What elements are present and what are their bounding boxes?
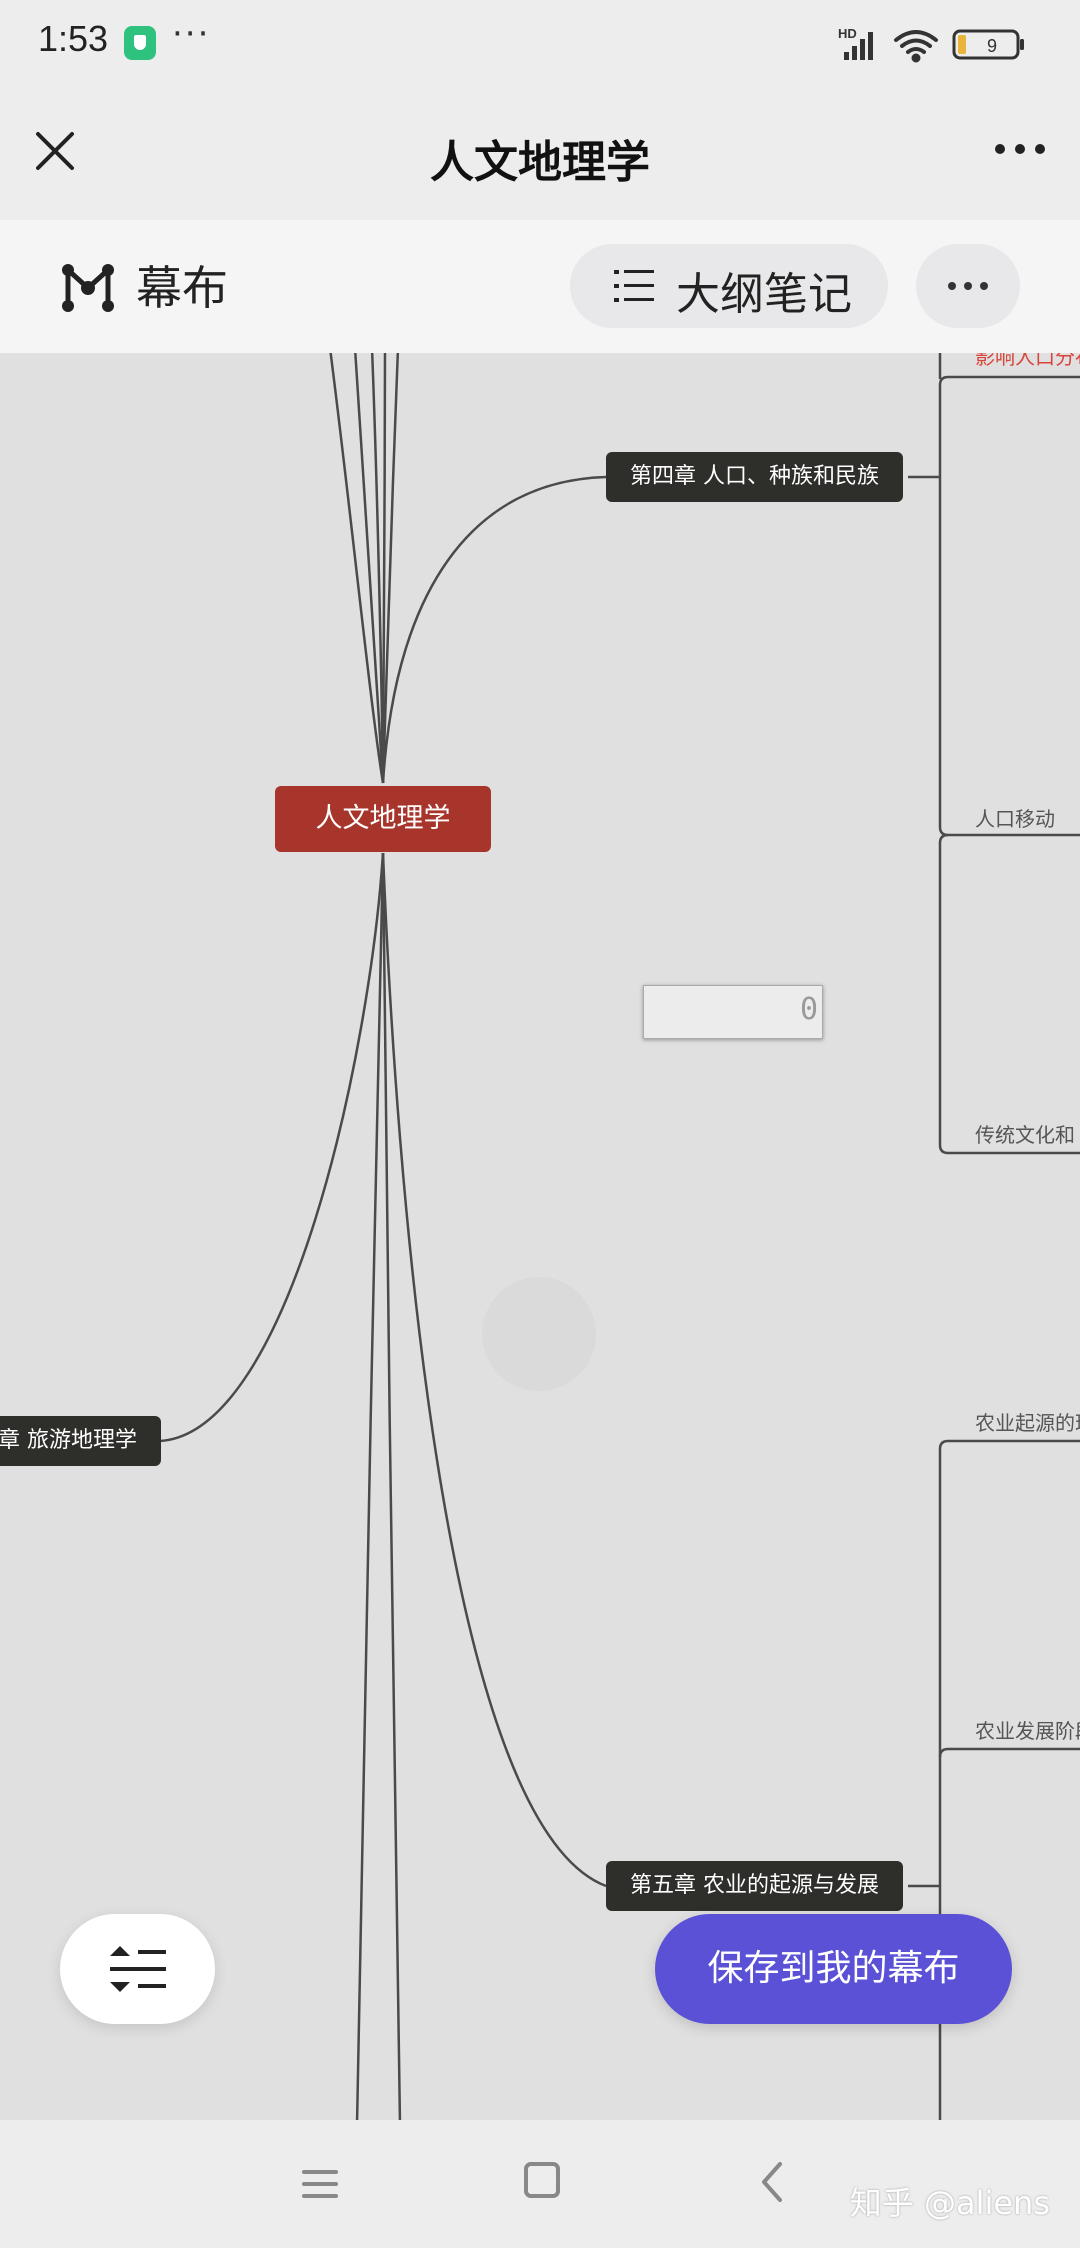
mubu-app-name: 幕布 [136,261,228,315]
node-chapter-4[interactable]: 第四章 人口、种族和民族 [606,452,903,502]
edit-cursor: 0 [799,992,818,1027]
leaf-agriculture-stages[interactable]: 农业发展阶段 [975,1715,1080,1744]
status-bar: 1:53 ··· HD 9 [0,0,1080,88]
save-to-mubu-button[interactable]: 保存到我的幕布 [655,1914,1012,2024]
navigation-bar: 知乎 @aliens [0,2120,1080,2248]
battery-icon: 9 [952,29,1024,60]
more-options-button[interactable] [990,124,1050,174]
battery-level: 9 [987,36,997,56]
mindmap-connectors [159,353,1080,2120]
collapse-expand-icon [110,1946,166,1992]
mubu-logo-icon [60,260,116,316]
nav-menu-button[interactable] [300,2164,340,2204]
text-edit-box[interactable]: 0 [643,985,823,1039]
shield-icon [124,26,156,60]
outline-notes-label: 大纲笔记 [676,269,852,320]
leaf-population-movement[interactable]: 人口移动 [975,803,1055,832]
zhihu-watermark: 知乎 @aliens [849,2184,1050,2222]
mindmap-canvas[interactable]: 第四章 人口、种族和民族 人文地理学 章 旅游地理学 第五章 农业的起源与发展 … [0,353,1080,2120]
leaf-agriculture-origin[interactable]: 农业起源的理 [975,1407,1080,1436]
leaf-traditional-culture[interactable]: 传统文化和 [975,1119,1075,1148]
wifi-icon [894,30,938,63]
title-bar: 人文地理学 [0,88,1080,220]
collapse-toggle-button[interactable] [60,1914,215,2024]
page-title: 人文地理学 [430,137,650,188]
node-chapter-5[interactable]: 第五章 农业的起源与发展 [606,1861,903,1911]
mubu-toolbar: 幕布 大纲笔记 [0,220,1080,353]
signal-icon: HD [838,26,873,60]
list-icon [614,268,654,304]
hd-label: HD [838,26,857,41]
status-indicators: HD 9 [838,24,1042,64]
status-more-dots: ··· [172,14,211,54]
nav-home-button[interactable] [524,2162,560,2198]
back-icon [762,2162,782,2202]
node-root[interactable]: 人文地理学 [275,786,491,852]
more-dots-icon [995,144,1045,154]
leaf-population-distribution[interactable]: 影响人口分布 [975,353,1080,370]
more-dots-icon [948,282,988,290]
status-time: 1:53 [38,18,109,59]
node-tourism[interactable]: 章 旅游地理学 [0,1416,161,1466]
watermark-logo [482,1277,596,1391]
menu-icon [302,2170,338,2198]
outline-notes-button[interactable]: 大纲笔记 [570,244,888,328]
nav-back-button[interactable] [752,2160,792,2204]
mubu-more-button[interactable] [916,244,1020,328]
